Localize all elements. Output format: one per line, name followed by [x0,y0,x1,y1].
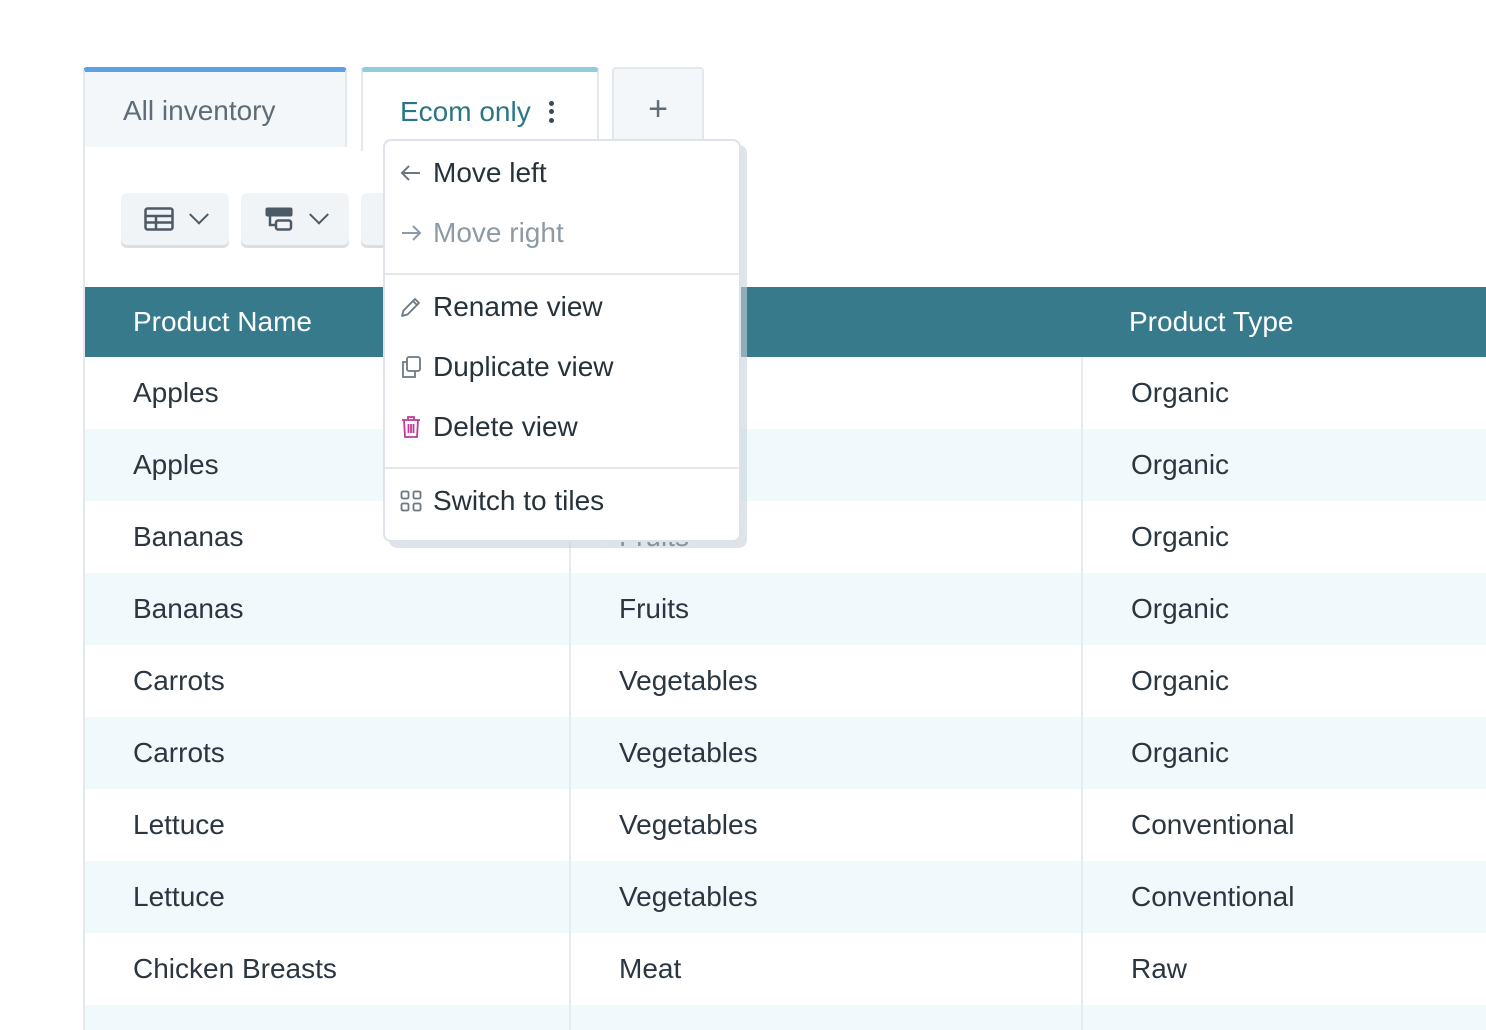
group-by-dropdown[interactable] [241,193,349,245]
table-row[interactable]: Carrots Vegetables Organic [85,645,1486,717]
cell-product-name: Chicken Breasts [133,953,337,984]
arrow-right-icon [399,224,423,242]
add-tab-button[interactable]: + [612,67,704,149]
tab-all-inventory[interactable]: All inventory [83,67,347,149]
tab-context-menu: Move left Move right Rename view Duplica… [383,139,741,542]
menu-item-rename-view[interactable]: Rename view [399,285,603,329]
arrow-left-icon [399,164,423,182]
menu-divider [385,273,739,275]
menu-item-rename-view-label: Rename view [433,291,603,322]
group-icon [265,207,293,231]
trash-icon [399,415,423,439]
cell-product-type: Conventional [1081,789,1486,861]
duplicate-icon [399,355,423,379]
cell-product-type: Conventional [1081,861,1486,933]
table-row[interactable] [85,1005,1486,1030]
tab-ecom-only-label: Ecom only [400,95,531,127]
kebab-menu-icon[interactable] [548,100,555,123]
cell-product-name: Bananas [133,593,244,624]
menu-item-delete-view[interactable]: Delete view [399,405,578,449]
menu-item-move-left[interactable]: Move left [399,151,547,195]
menu-item-delete-view-label: Delete view [433,411,578,442]
table-row[interactable]: Lettuce Vegetables Conventional [85,789,1486,861]
cell-category [569,1005,1081,1030]
tiles-icon [399,490,423,512]
cell-product-name: Lettuce [133,809,225,840]
table-row[interactable]: Carrots Vegetables Organic [85,717,1486,789]
menu-item-switch-to-tiles-label: Switch to tiles [433,485,605,516]
cell-category: Vegetables [569,645,1081,717]
cell-category: Vegetables [569,861,1081,933]
cell-product-type: Organic [1081,645,1486,717]
table-row[interactable]: Chicken Breasts Meat Raw [85,933,1486,1005]
tab-all-inventory-label: All inventory [123,94,276,126]
plus-icon: + [648,89,668,128]
table-row[interactable]: Lettuce Vegetables Conventional [85,861,1486,933]
cell-category: Vegetables [569,789,1081,861]
cell-product-type: Organic [1081,357,1486,429]
table-row[interactable]: Bananas Fruits Organic [85,501,1486,573]
menu-item-switch-to-tiles[interactable]: Switch to tiles [399,479,604,523]
cell-product-type: Organic [1081,573,1486,645]
cell-category: Fruits [569,573,1081,645]
menu-item-move-left-label: Move left [433,157,547,188]
cell-product-type: Organic [1081,501,1486,573]
menu-item-move-right[interactable]: Move right [399,211,564,255]
cell-product-name: Carrots [133,737,225,768]
pencil-icon [399,295,423,319]
cell-product-type: Raw [1081,933,1486,1005]
table-view-dropdown[interactable] [121,193,229,245]
table-row[interactable]: Bananas Fruits Organic [85,573,1486,645]
menu-divider [385,467,739,469]
cell-product-name [85,1005,569,1030]
menu-item-move-right-label: Move right [433,217,564,248]
table-header: Product Name Category Product Type [85,287,1486,357]
cell-product-name: Lettuce [133,881,225,912]
chevron-down-icon [309,204,329,225]
column-header-product-type[interactable]: Product Type [1081,306,1486,338]
cell-category: Meat [569,933,1081,1005]
cell-product-type [1081,1005,1486,1030]
cell-product-name: Carrots [133,665,225,696]
cell-product-type: Organic [1081,429,1486,501]
table-row[interactable]: Apples Fruits Organic [85,429,1486,501]
menu-item-duplicate-view-label: Duplicate view [433,351,614,382]
table-row[interactable]: Apples Fruits Organic [85,357,1486,429]
table-icon [144,207,174,231]
inventory-table: Product Name Category Product Type Apple… [85,287,1486,1030]
cell-product-type: Organic [1081,717,1486,789]
inventory-page: All inventory Ecom only + Product Name C [0,0,1486,1030]
chevron-down-icon [189,204,209,225]
menu-item-duplicate-view[interactable]: Duplicate view [399,345,614,389]
cell-category: Vegetables [569,717,1081,789]
